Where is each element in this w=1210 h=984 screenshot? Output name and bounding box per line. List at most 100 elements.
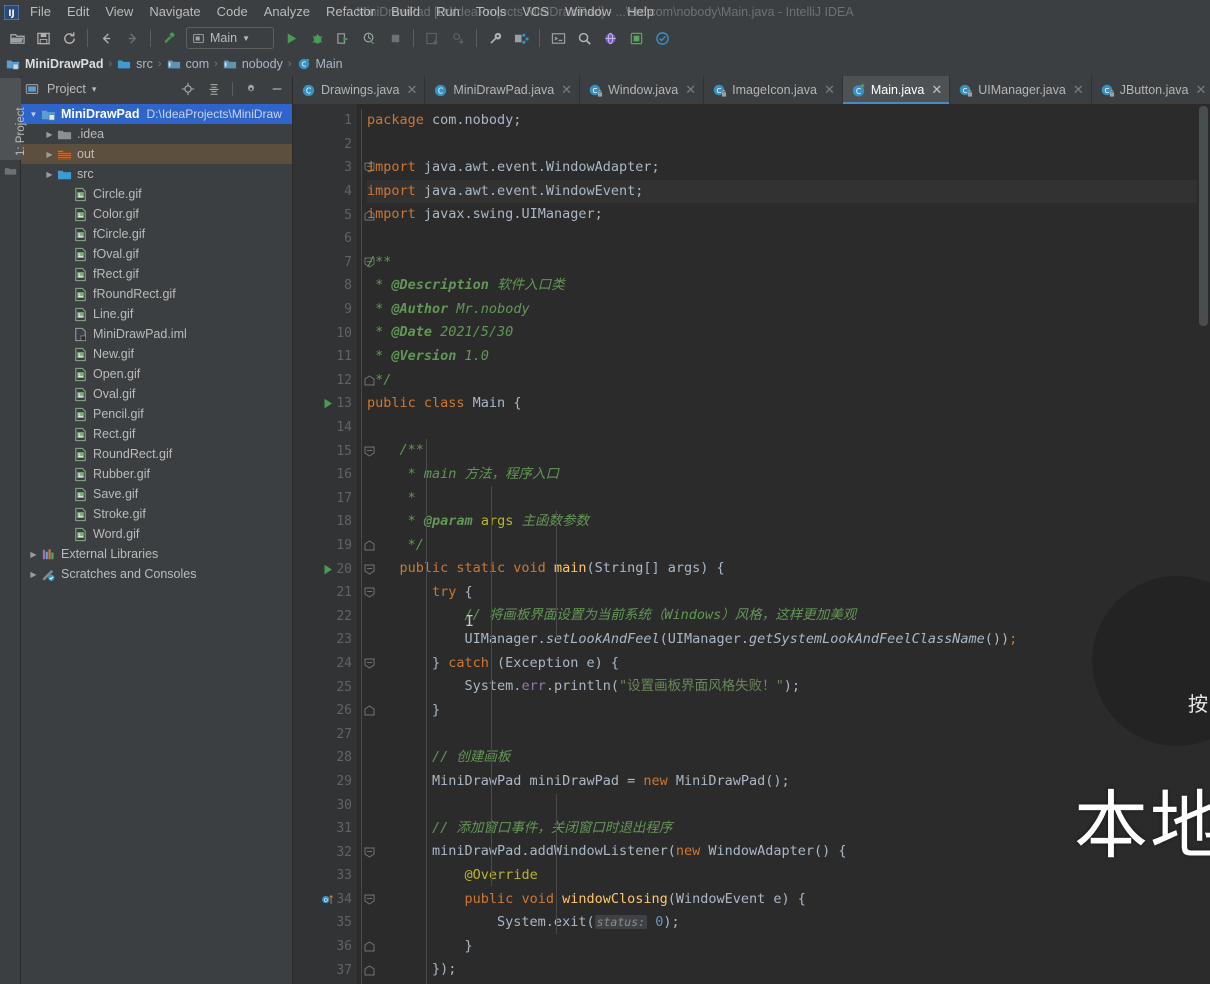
menu-item-build[interactable]: Build xyxy=(383,0,428,24)
gutter-row[interactable]: 31 xyxy=(293,817,357,841)
menu-item-help[interactable]: Help xyxy=(619,0,662,24)
check-circle-icon[interactable] xyxy=(649,26,675,50)
tool-window-button-project[interactable]: 1: Project xyxy=(0,78,27,160)
gutter-row[interactable]: 2 xyxy=(293,133,357,157)
code-content[interactable]: I package com.nobody; import java.awt.ev… xyxy=(357,104,1197,984)
globe-icon[interactable] xyxy=(597,26,623,50)
settings-wrench-icon[interactable] xyxy=(482,26,508,50)
run-gutter-icon[interactable] xyxy=(321,562,335,576)
close-icon[interactable]: ✕ xyxy=(407,82,418,98)
tree-item[interactable]: RoundRect.gif xyxy=(21,444,292,464)
editor-tab[interactable]: C Main.java ✕ xyxy=(842,76,951,104)
close-icon[interactable]: ✕ xyxy=(1073,82,1084,98)
run-configuration-selector[interactable]: Main ▼ xyxy=(186,27,274,49)
code-line[interactable]: import java.awt.event.WindowEvent; xyxy=(367,179,1197,204)
editor-gutter[interactable]: 1 2 3 4 5 6 7 8 9 10 11 12 13 14 15 16 17 18 19 20 21 22 23 24 2… xyxy=(293,104,375,984)
code-line[interactable]: * @Author Mr.nobody xyxy=(367,298,1197,322)
close-icon[interactable]: ✕ xyxy=(824,82,835,98)
device-icon[interactable] xyxy=(623,26,649,50)
gutter-row[interactable]: 20 xyxy=(293,557,375,581)
code-line[interactable]: System.exit(status: 0); xyxy=(367,911,1197,935)
menu-item-vcs[interactable]: VCS xyxy=(514,0,557,24)
minimize-icon[interactable] xyxy=(266,78,288,100)
gutter-row[interactable]: O 34 xyxy=(293,888,375,912)
code-line[interactable] xyxy=(367,416,1197,440)
gutter-row[interactable]: 3 xyxy=(293,156,375,180)
tree-item[interactable]: ▼ MiniDrawPad D:\IdeaProjects\MiniDraw xyxy=(21,104,292,124)
expand-collapse-icon[interactable] xyxy=(203,78,225,100)
tree-item[interactable]: New.gif xyxy=(21,344,292,364)
profile-icon[interactable] xyxy=(356,26,382,50)
menu-item-view[interactable]: View xyxy=(97,0,141,24)
gutter-row[interactable]: 12 xyxy=(293,369,375,393)
tree-item[interactable]: Save.gif xyxy=(21,484,292,504)
gutter-row[interactable]: 30 xyxy=(293,793,357,817)
code-editor[interactable]: 1 2 3 4 5 6 7 8 9 10 11 12 13 14 15 16 17 18 19 20 21 22 23 24 2… xyxy=(293,104,1210,984)
menu-item-run[interactable]: Run xyxy=(428,0,468,24)
tree-item[interactable]: Circle.gif xyxy=(21,184,292,204)
editor-tab[interactable]: C UIManager.java ✕ xyxy=(950,76,1092,104)
gutter-row[interactable]: 7 xyxy=(293,251,375,275)
run-icon[interactable] xyxy=(278,26,304,50)
gutter-row[interactable]: 17 xyxy=(293,487,357,511)
editor-tab[interactable]: C Window.java ✕ xyxy=(580,76,705,104)
gutter-row[interactable]: 37 xyxy=(293,958,375,982)
search-everywhere-icon[interactable] xyxy=(571,26,597,50)
code-line[interactable]: public class Main { xyxy=(367,392,1197,416)
gutter-row[interactable]: 15 xyxy=(293,439,375,463)
gutter-row[interactable]: 9 xyxy=(293,298,357,322)
code-line[interactable]: package com.nobody; xyxy=(367,109,1197,133)
tree-item[interactable]: ▶ out xyxy=(21,144,292,164)
run-gutter-icon[interactable] xyxy=(321,397,335,411)
build-hammer-icon[interactable] xyxy=(156,26,182,50)
tree-item[interactable]: Rubber.gif xyxy=(21,464,292,484)
code-line[interactable]: /** xyxy=(367,251,1197,275)
editor-tab[interactable]: C MiniDrawPad.java ✕ xyxy=(425,76,581,104)
menu-item-file[interactable]: File xyxy=(22,0,59,24)
chevron-down-icon[interactable]: ▼ xyxy=(242,34,250,43)
tree-item[interactable]: fCircle.gif xyxy=(21,224,292,244)
tree-item[interactable]: Open.gif xyxy=(21,364,292,384)
back-arrow-icon[interactable] xyxy=(93,26,119,50)
gutter-row[interactable]: 28 xyxy=(293,746,357,770)
menu-item-refactor[interactable]: Refactor xyxy=(318,0,383,24)
code-line[interactable]: /** xyxy=(367,439,1197,463)
editor-tab-bar[interactable]: C Drawings.java ✕ C MiniDrawPad.java ✕ C Window… xyxy=(293,76,1210,104)
gutter-row[interactable]: 22 xyxy=(293,604,357,628)
terminal-icon[interactable] xyxy=(545,26,571,50)
gutter-row[interactable]: 14 xyxy=(293,416,357,440)
breadcrumb-item-src[interactable]: src xyxy=(115,57,155,71)
override-gutter-icon[interactable]: O xyxy=(321,892,335,906)
chevron-down-icon[interactable]: ▾ xyxy=(92,84,97,95)
gutter-row[interactable]: 35 xyxy=(293,911,357,935)
project-tree[interactable]: ▼ MiniDrawPad D:\IdeaProjects\MiniDraw ▶ .id… xyxy=(21,102,292,984)
code-line[interactable]: } xyxy=(367,935,1197,959)
gutter-row[interactable]: 18 xyxy=(293,510,357,534)
code-line[interactable]: }); xyxy=(367,958,1197,982)
tree-item[interactable]: Rect.gif xyxy=(21,424,292,444)
tree-item[interactable]: Oval.gif xyxy=(21,384,292,404)
code-line[interactable]: * @Date 2021/5/30 xyxy=(367,321,1197,345)
breadcrumb-item-main[interactable]: C Main xyxy=(295,57,345,71)
code-line[interactable] xyxy=(367,133,1197,157)
tree-item[interactable]: ▶ .idea xyxy=(21,124,292,144)
chevron-right-icon[interactable]: ▶ xyxy=(43,150,56,159)
tree-item[interactable]: MiniDrawPad.iml xyxy=(21,324,292,344)
debug-icon[interactable] xyxy=(304,26,330,50)
editor-tab[interactable]: C ImageIcon.java ✕ xyxy=(704,76,843,104)
gutter-row[interactable]: 27 xyxy=(293,722,357,746)
sync-icon[interactable] xyxy=(56,26,82,50)
gutter-row[interactable]: 24 xyxy=(293,652,375,676)
tree-item[interactable]: Line.gif xyxy=(21,304,292,324)
locate-target-icon[interactable] xyxy=(177,78,199,100)
code-line[interactable]: * @Description 软件入口类 xyxy=(367,274,1197,298)
code-line[interactable]: */ xyxy=(367,369,1197,393)
gear-icon[interactable] xyxy=(240,78,262,100)
tree-item[interactable]: Pencil.gif xyxy=(21,404,292,424)
gutter-row[interactable]: 23 xyxy=(293,628,357,652)
editor-tab[interactable]: C JButton.java ✕ xyxy=(1092,76,1210,104)
code-line[interactable]: import javax.swing.UIManager; xyxy=(367,203,1197,227)
tree-item[interactable]: fOval.gif xyxy=(21,244,292,264)
chevron-down-icon[interactable]: ▼ xyxy=(27,110,40,119)
close-icon[interactable]: ✕ xyxy=(1196,82,1207,98)
